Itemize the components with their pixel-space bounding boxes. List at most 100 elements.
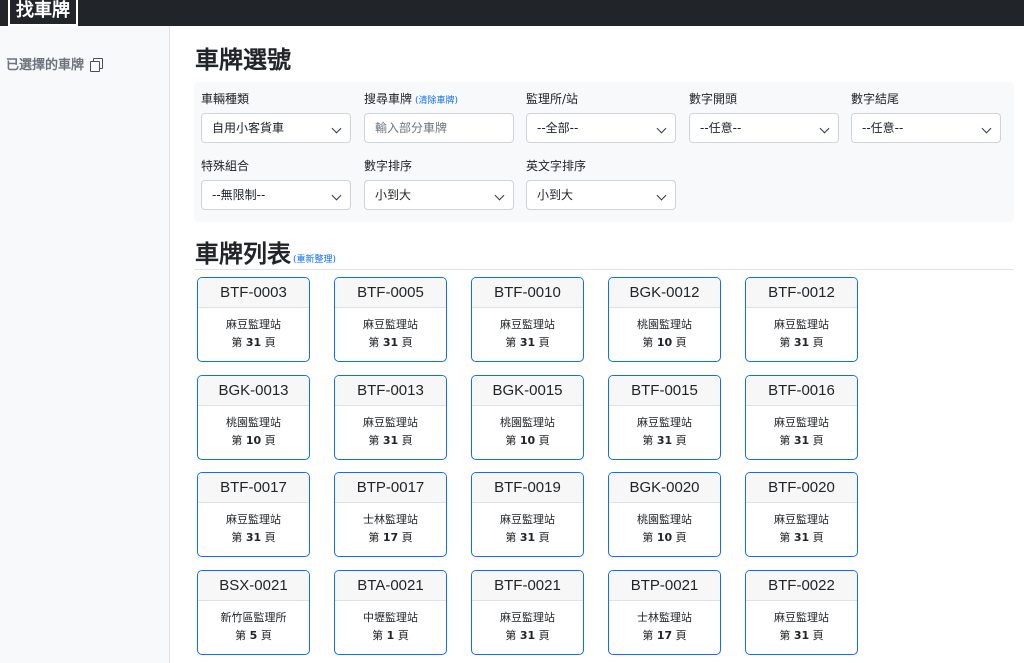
letter-sort-select[interactable]: 小到大 <box>526 180 676 210</box>
page-value: 31 <box>793 336 810 349</box>
plate-info: 麻豆監理站第 31 頁 <box>609 406 720 450</box>
page-number: 第 31 頁 <box>198 529 309 547</box>
digit-sort-group: 數字排序 小到大 <box>364 157 514 210</box>
special-combo-select[interactable]: --無限制-- <box>201 180 351 210</box>
plate-card[interactable]: BTF-0020 麻豆監理站第 31 頁 <box>745 472 858 557</box>
plate-number: BGK-0020 <box>609 473 720 503</box>
plate-number: BTF-0013 <box>335 375 446 406</box>
page-number: 第 31 頁 <box>746 432 857 450</box>
page-value: 31 <box>519 336 536 349</box>
page-suffix: 頁 <box>812 628 824 642</box>
plate-number: BSX-0021 <box>198 570 309 601</box>
page-prefix: 第 <box>231 531 243 544</box>
plate-card[interactable]: BTF-0022 麻豆監理站第 31 頁 <box>745 569 858 655</box>
digit-end-select[interactable]: --任意-- <box>851 113 1001 143</box>
page-value: 10 <box>656 531 673 544</box>
page-prefix: 第 <box>505 531 517 544</box>
plate-card[interactable]: BGK-0020 桃園監理站第 10 頁 <box>608 472 721 557</box>
page-prefix: 第 <box>368 433 380 447</box>
page-suffix: 頁 <box>264 433 276 447</box>
letter-sort-label: 英文字排序 <box>526 159 587 173</box>
plate-card[interactable]: BGK-0013 桃園監理站第 10 頁 <box>197 374 310 460</box>
plate-card[interactable]: BTF-0015 麻豆監理站第 31 頁 <box>608 374 721 460</box>
page-prefix: 第 <box>642 628 654 642</box>
plate-number: BTF-0012 <box>746 278 857 308</box>
station-label: 監理所/站 <box>526 92 579 106</box>
page-value: 17 <box>656 628 673 642</box>
chevron-down-icon <box>331 190 342 201</box>
plate-info: 中壢監理站第 1 頁 <box>335 601 446 645</box>
plate-info: 麻豆監理站第 31 頁 <box>472 601 583 645</box>
plate-number: BTP-0021 <box>609 570 720 601</box>
plate-info: 桃園監理站第 10 頁 <box>472 406 583 450</box>
station-name: 桃園監理站 <box>500 415 555 429</box>
page-number: 第 31 頁 <box>746 627 857 645</box>
plate-card[interactable]: BTP-0017 士林監理站第 17 頁 <box>334 472 447 557</box>
digit-end-group: 數字結尾 --任意-- <box>851 90 1001 143</box>
page-suffix: 頁 <box>538 628 550 642</box>
plate-info: 麻豆監理站第 31 頁 <box>746 406 857 450</box>
chevron-down-icon <box>331 123 342 134</box>
reorganize-link[interactable]: (重新整理) <box>293 252 336 265</box>
plate-card[interactable]: BGK-0015 桃園監理站第 10 頁 <box>471 374 584 460</box>
search-label-text: 搜尋車牌 <box>364 92 413 106</box>
station-name: 麻豆監理站 <box>226 513 281 526</box>
page-prefix: 第 <box>231 433 243 447</box>
plate-card[interactable]: BSX-0021 新竹區監理所第 5 頁 <box>197 569 310 655</box>
station-name: 新竹區監理所 <box>220 610 287 624</box>
page-value: 31 <box>656 433 673 447</box>
divider <box>194 269 1014 270</box>
special-combo-value: --無限制-- <box>212 188 266 202</box>
digit-sort-select[interactable]: 小到大 <box>364 180 514 210</box>
page-value: 31 <box>519 628 536 642</box>
clear-plate-link[interactable]: (清除車牌) <box>415 96 458 106</box>
plate-card[interactable]: BTF-0010 麻豆監理站第 31 頁 <box>471 277 584 362</box>
brand-logo[interactable]: 找車牌 <box>8 0 78 26</box>
search-label: 搜尋車牌 (清除車牌) <box>364 90 514 108</box>
digit-sort-value: 小到大 <box>375 188 412 202</box>
plate-card[interactable]: BTF-0021 麻豆監理站第 31 頁 <box>471 569 584 655</box>
plate-number: BTF-0020 <box>746 473 857 503</box>
plate-card[interactable]: BTF-0003 麻豆監理站第 31 頁 <box>197 277 310 362</box>
page-prefix: 第 <box>368 336 380 349</box>
plate-info: 桃園監理站第 10 頁 <box>609 308 720 352</box>
plate-card[interactable]: BTP-0021 士林監理站第 17 頁 <box>608 569 721 655</box>
plate-card[interactable]: BGK-0012 桃園監理站第 10 頁 <box>608 277 721 362</box>
page-suffix: 頁 <box>538 433 550 447</box>
search-input[interactable]: 輸入部分車牌 <box>364 113 514 143</box>
page-value: 5 <box>249 628 258 642</box>
selected-plates-heading: 已選擇的車牌 <box>6 54 104 73</box>
page-value: 17 <box>382 531 399 544</box>
page-value: 31 <box>793 628 810 642</box>
vehicle-type-group: 車輛種類 自用小客貨車 <box>201 90 351 143</box>
plate-card[interactable]: BTF-0012 麻豆監理站第 31 頁 <box>745 277 858 362</box>
page-number: 第 1 頁 <box>335 627 446 645</box>
station-name: 桃園監理站 <box>226 415 281 429</box>
station-select[interactable]: --全部-- <box>526 113 676 143</box>
page-number: 第 31 頁 <box>472 529 583 547</box>
plate-info: 麻豆監理站第 31 頁 <box>746 308 857 352</box>
page-number: 第 10 頁 <box>609 529 720 547</box>
plate-card[interactable]: BTF-0017 麻豆監理站第 31 頁 <box>197 472 310 557</box>
digit-start-select[interactable]: --任意-- <box>689 113 839 143</box>
plate-info: 麻豆監理站第 31 頁 <box>746 601 857 645</box>
page-number: 第 5 頁 <box>198 627 309 645</box>
plate-info: 士林監理站第 17 頁 <box>609 601 720 645</box>
page-suffix: 頁 <box>538 531 550 544</box>
plate-card[interactable]: BTF-0016 麻豆監理站第 31 頁 <box>745 374 858 460</box>
plate-card[interactable]: BTF-0013 麻豆監理站第 31 頁 <box>334 374 447 460</box>
special-combo-group: 特殊組合 --無限制-- <box>201 157 351 210</box>
vehicle-type-select[interactable]: 自用小客貨車 <box>201 113 351 143</box>
page-prefix: 第 <box>235 628 247 642</box>
station-name: 麻豆監理站 <box>637 415 692 429</box>
copy-icon[interactable] <box>90 57 104 72</box>
plate-number: BTA-0021 <box>335 570 446 601</box>
plate-card[interactable]: BTF-0019 麻豆監理站第 31 頁 <box>471 472 584 557</box>
plate-info: 麻豆監理站第 31 頁 <box>335 406 446 450</box>
plate-card[interactable]: BTF-0005 麻豆監理站第 31 頁 <box>334 277 447 362</box>
page-prefix: 第 <box>779 531 791 544</box>
page-value: 31 <box>382 433 399 447</box>
plate-card[interactable]: BTA-0021 中壢監理站第 1 頁 <box>334 569 447 655</box>
chevron-down-icon <box>656 123 667 134</box>
plate-info: 麻豆監理站第 31 頁 <box>472 308 583 352</box>
